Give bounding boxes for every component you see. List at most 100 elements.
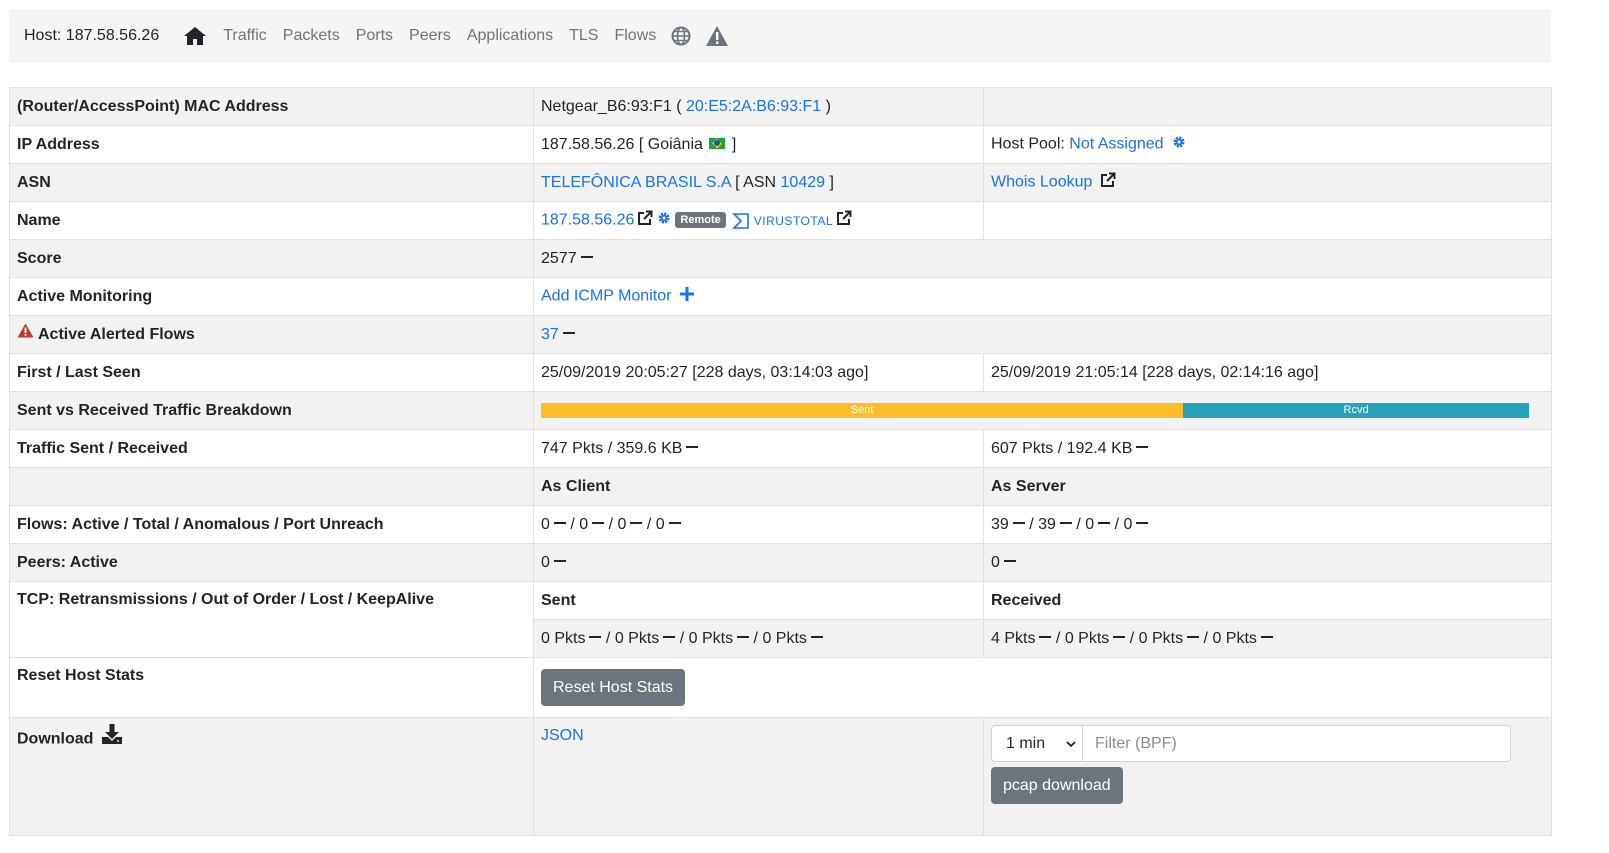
- last-seen: 25/09/2019 21:05:14 [228 days, 02:14:16 …: [983, 353, 1552, 392]
- trend-flat-icon: [580, 256, 593, 259]
- table-row-peers: Peers: Active 0 0: [9, 543, 1552, 582]
- flows-client: 0 / 0 / 0 / 0: [533, 505, 984, 544]
- row-label: ASN: [9, 163, 534, 202]
- nav-applications[interactable]: Applications: [467, 27, 553, 45]
- row-label: Active Monitoring: [9, 277, 534, 316]
- row-label: Reset Host Stats: [9, 657, 534, 718]
- table-row-seen: First / Last Seen 25/09/2019 20:05:27 [2…: [9, 353, 1552, 392]
- whois-lookup-link[interactable]: Whois Lookup: [991, 174, 1092, 191]
- external-link-icon[interactable]: [637, 210, 653, 231]
- nav-peers[interactable]: Peers: [409, 27, 451, 45]
- mac-cell: Netgear_B6:93:F1 ( 20:E5:2A:B6:93:F1 ): [533, 87, 984, 126]
- interval-select[interactable]: 1 min: [991, 725, 1083, 762]
- virustotal-icon: [731, 212, 749, 229]
- nav-tls[interactable]: TLS: [569, 27, 598, 45]
- reset-host-stats-button[interactable]: Reset Host Stats: [541, 669, 686, 706]
- row-label: Sent vs Received Traffic Breakdown: [9, 391, 534, 430]
- warning-icon: [17, 323, 34, 343]
- host-pool-cell: Host Pool: Not Assigned: [983, 125, 1552, 164]
- table-row-traffic: Traffic Sent / Received 747 Pkts / 359.6…: [9, 429, 1552, 468]
- host-pool-link[interactable]: Not Assigned: [1069, 136, 1163, 153]
- row-label: Flows: Active / Total / Anomalous / Port…: [9, 505, 534, 544]
- trend-flat-icon: [686, 446, 699, 449]
- tcp-sent-header: Sent: [533, 581, 984, 620]
- row-label: Active Alerted Flows: [38, 325, 195, 343]
- score-cell: 2577: [533, 239, 1552, 278]
- trend-flat-icon: [1136, 446, 1149, 449]
- home-icon[interactable]: [183, 26, 207, 46]
- table-row-name: Name 187.58.56.26 Remote VIRUSTOTAL: [9, 201, 1552, 240]
- gear-icon[interactable]: [657, 211, 671, 230]
- asn-number-link[interactable]: 10429: [781, 174, 826, 191]
- bpf-filter-input[interactable]: [1083, 725, 1511, 762]
- first-seen: 25/09/2019 20:05:27 [228 days, 03:14:03 …: [533, 353, 984, 392]
- ip-cell: 187.58.56.26 [ Goiânia ]: [533, 125, 984, 164]
- row-label: Score: [9, 239, 534, 278]
- peers-client: 0: [533, 543, 984, 582]
- table-row-breakdown: Sent vs Received Traffic Breakdown Sent …: [9, 391, 1552, 430]
- chevron-down-icon: [1066, 735, 1076, 753]
- table-row-ip: IP Address 187.58.56.26 [ Goiânia ] Host…: [9, 125, 1552, 164]
- tcp-received-header: Received: [983, 581, 1552, 620]
- row-label: (Router/AccessPoint) MAC Address: [9, 87, 534, 126]
- alerted-flows-link[interactable]: 37: [541, 326, 559, 343]
- host-name-link[interactable]: 187.58.56.26: [541, 212, 634, 229]
- name-cell: 187.58.56.26 Remote VIRUSTOTAL: [533, 201, 984, 240]
- flows-server: 39 / 39 / 0 / 0: [983, 505, 1552, 544]
- gear-icon[interactable]: [1172, 135, 1186, 154]
- table-row-monitoring: Active Monitoring Add ICMP Monitor: [9, 277, 1552, 316]
- peers-server: 0: [983, 543, 1552, 582]
- external-link-icon[interactable]: [836, 210, 852, 231]
- mac-address-link[interactable]: 20:E5:2A:B6:93:F1: [686, 98, 821, 115]
- rcvd-segment: Rcvd: [1183, 403, 1529, 418]
- table-row-tcp-header: TCP: Retransmissions / Out of Order / Lo…: [9, 581, 1552, 658]
- nav-ports[interactable]: Ports: [356, 27, 393, 45]
- download-icon: [101, 724, 123, 749]
- row-label: IP Address: [9, 125, 534, 164]
- nav-packets[interactable]: Packets: [283, 27, 340, 45]
- score-value: 2577: [541, 249, 577, 267]
- row-label: Name: [9, 201, 534, 240]
- tcp-sent-values: 0 Pkts / 0 Pkts / 0 Pkts / 0 Pkts: [533, 619, 984, 658]
- table-row-download: Download JSON 1 min pcap download: [9, 717, 1552, 836]
- row-label: Download: [17, 730, 94, 748]
- as-server-header: As Server: [983, 467, 1552, 506]
- host-title: Host: 187.58.56.26: [24, 27, 160, 44]
- row-label: First / Last Seen: [9, 353, 534, 392]
- table-row-reset: Reset Host Stats Reset Host Stats: [9, 657, 1552, 718]
- brazil-flag-icon: [709, 137, 726, 149]
- ip-value: 187.58.56.26 [ Goiânia: [541, 135, 703, 153]
- add-icmp-monitor-link[interactable]: Add ICMP Monitor: [541, 288, 671, 305]
- row-label: TCP: Retransmissions / Out of Order / Lo…: [9, 581, 534, 658]
- table-row-score: Score 2577: [9, 239, 1552, 278]
- mac-vendor: Netgear_B6:93:F1 (: [541, 97, 682, 115]
- asn-org-link[interactable]: TELEFÔNICA BRASIL S.A: [541, 174, 731, 191]
- row-label: Peers: Active: [9, 543, 534, 582]
- alerts-warning-icon[interactable]: [705, 25, 729, 47]
- table-row-roles: As Client As Server: [9, 467, 1552, 506]
- pcap-download-button[interactable]: pcap download: [991, 767, 1123, 804]
- host-details-table: (Router/AccessPoint) MAC Address Netgear…: [9, 87, 1552, 836]
- json-download-link[interactable]: JSON: [541, 727, 584, 744]
- nav-traffic[interactable]: Traffic: [223, 27, 267, 45]
- asn-cell: TELEFÔNICA BRASIL S.A [ ASN 10429 ]: [533, 163, 984, 202]
- host-pool-label: Host Pool:: [991, 135, 1065, 153]
- as-client-header: As Client: [533, 467, 984, 506]
- globe-icon[interactable]: [671, 26, 691, 46]
- traffic-breakdown-bar: Sent Rcvd: [541, 403, 1529, 418]
- traffic-received: 607 Pkts / 192.4 KB: [991, 439, 1133, 457]
- traffic-sent: 747 Pkts / 359.6 KB: [541, 439, 683, 457]
- remote-badge: Remote: [675, 211, 726, 228]
- virustotal-link[interactable]: VIRUSTOTAL: [731, 212, 833, 230]
- table-row-mac: (Router/AccessPoint) MAC Address Netgear…: [9, 87, 1552, 126]
- external-link-icon[interactable]: [1100, 172, 1116, 193]
- host-navbar: Host: 187.58.56.26 Traffic Packets Ports…: [9, 9, 1551, 63]
- trend-flat-icon: [562, 332, 575, 335]
- table-row-flows: Flows: Active / Total / Anomalous / Port…: [9, 505, 1552, 544]
- sent-segment: Sent: [541, 403, 1184, 418]
- whois-cell: Whois Lookup: [983, 163, 1552, 202]
- tcp-received-values: 4 Pkts / 0 Pkts / 0 Pkts / 0 Pkts: [983, 619, 1552, 658]
- nav-flows[interactable]: Flows: [614, 27, 656, 45]
- table-row-asn: ASN TELEFÔNICA BRASIL S.A [ ASN 10429 ] …: [9, 163, 1552, 202]
- plus-icon[interactable]: [679, 287, 694, 306]
